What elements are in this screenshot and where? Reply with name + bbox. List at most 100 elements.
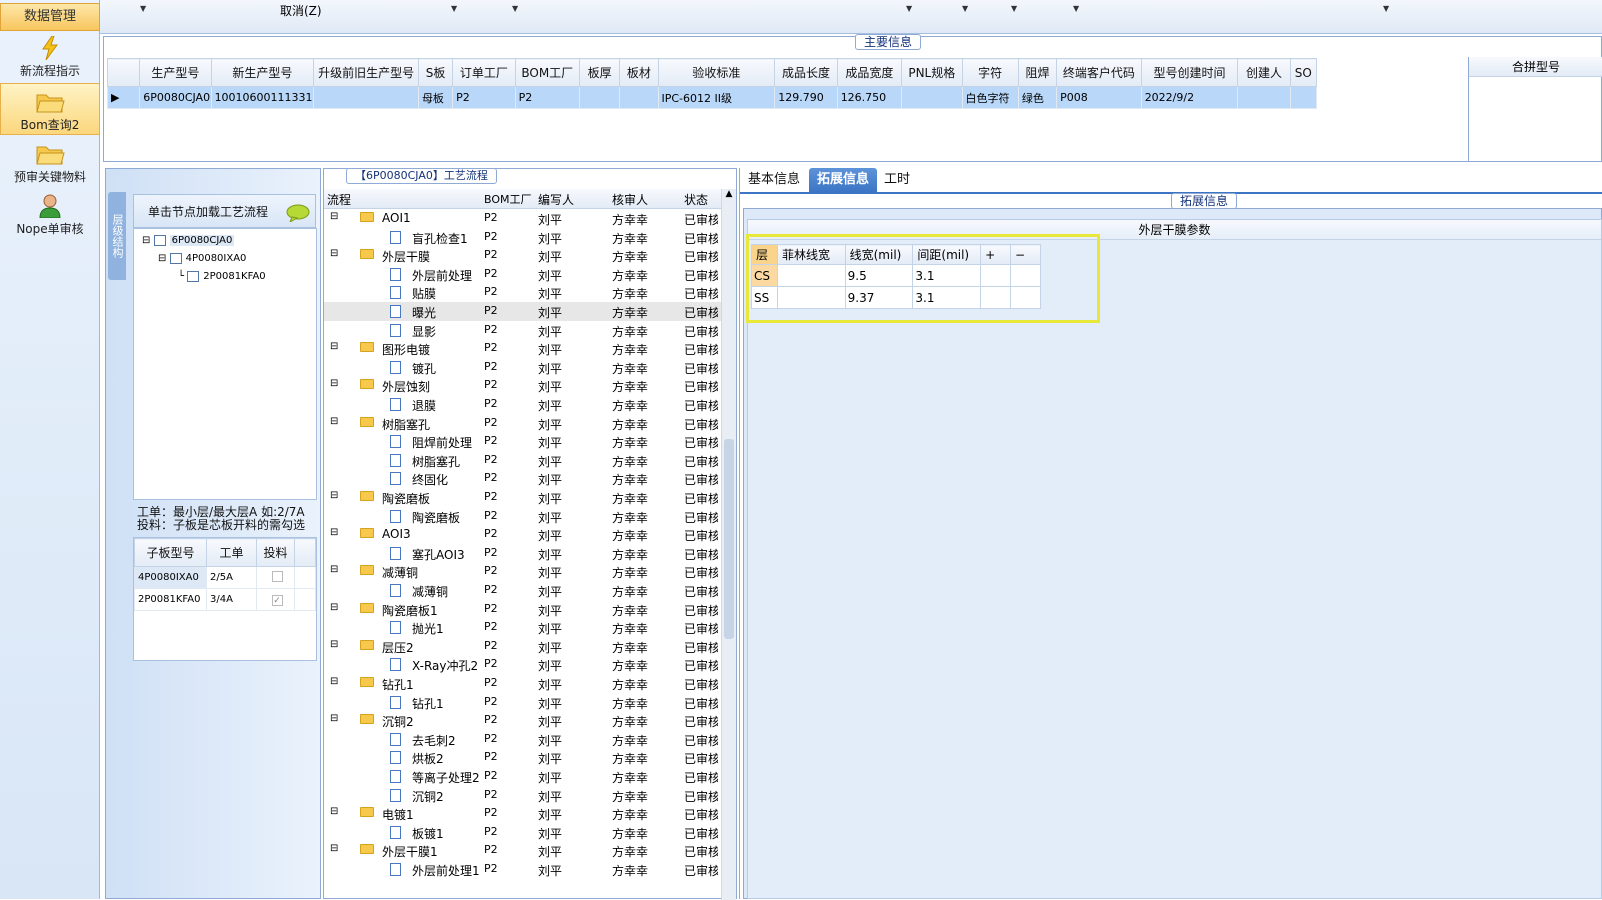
process-row[interactable]: ⊟ 外层干膜 P2 刘平 方幸幸 已审核 [324, 246, 721, 265]
process-row[interactable]: 终固化 P2 刘平 方幸幸 已审核 [324, 469, 721, 488]
chevron-down-icon[interactable]: ▼ [1073, 4, 1083, 14]
process-row[interactable]: ⊟ 层压2 P2 刘平 方幸幸 已审核 [324, 637, 721, 656]
column-header[interactable]: 阻焊 [1017, 58, 1058, 87]
process-row[interactable]: ⊟ 电镀1 P2 刘平 方幸幸 已审核 [324, 804, 721, 823]
table-cell[interactable] [578, 86, 621, 109]
chevron-down-icon[interactable]: ▼ [906, 4, 916, 14]
chevron-down-icon[interactable]: ▼ [1383, 4, 1393, 14]
process-row[interactable]: 去毛刺2 P2 刘平 方幸幸 已审核 [324, 730, 721, 749]
column-header[interactable]: 流程 [327, 191, 351, 208]
process-row[interactable]: 烘板2 P2 刘平 方幸幸 已审核 [324, 748, 721, 767]
table-cell[interactable]: 母板 [417, 86, 454, 109]
table-cell[interactable]: P008 [1056, 86, 1142, 109]
process-row[interactable]: ⊟ 陶瓷磨板 P2 刘平 方幸幸 已审核 [324, 488, 721, 507]
column-header[interactable]: 成品宽度 [836, 58, 903, 87]
chevron-down-icon[interactable]: ▼ [140, 4, 150, 14]
process-row[interactable]: 外层前处理 P2 刘平 方幸幸 已审核 [324, 265, 721, 284]
process-row[interactable]: 陶瓷磨板 P2 刘平 方幸幸 已审核 [324, 507, 721, 526]
chevron-down-icon[interactable]: ▼ [1011, 4, 1021, 14]
structure-vertical-tab[interactable]: 层级结构 [108, 192, 126, 280]
column-header[interactable]: SO [1289, 58, 1318, 87]
column-header[interactable]: BOM工厂 [484, 191, 532, 207]
process-row[interactable]: 外层前处理1 P2 刘平 方幸幸 已审核 [324, 860, 721, 879]
process-row[interactable]: 树脂塞孔 P2 刘平 方幸幸 已审核 [324, 451, 721, 470]
feed-checkbox[interactable] [256, 566, 295, 589]
column-header[interactable]: 字符 [961, 58, 1019, 87]
column-header[interactable]: 终端客户代码 [1056, 58, 1142, 87]
process-row[interactable]: 阻焊前处理 P2 刘平 方幸幸 已审核 [324, 432, 721, 451]
collapse-icon[interactable]: ⊟ [330, 248, 338, 259]
column-header[interactable]: 子板型号 [134, 538, 207, 567]
process-row[interactable]: 减薄铜 P2 刘平 方幸幸 已审核 [324, 581, 721, 600]
collapse-icon[interactable]: ⊟ [330, 676, 338, 687]
cancel-button[interactable]: 取消(Z) [280, 2, 322, 19]
column-header[interactable]: 创建人 [1237, 58, 1291, 87]
process-row[interactable]: 贴膜 P2 刘平 方幸幸 已审核 [324, 283, 721, 302]
column-header[interactable]: 板厚 [578, 58, 621, 87]
process-row[interactable]: ⊟ 沉铜2 P2 刘平 方幸幸 已审核 [324, 711, 721, 730]
collapse-icon[interactable]: ⊟ [330, 378, 338, 389]
process-row[interactable]: 钻孔1 P2 刘平 方幸幸 已审核 [324, 693, 721, 712]
nav-item-nope-review[interactable]: Nope单审核 [0, 188, 100, 240]
nav-item-new-process[interactable]: 新流程指示 [0, 30, 100, 82]
table-cell[interactable] [1237, 86, 1291, 109]
table-cell[interactable] [313, 86, 419, 109]
tree-node[interactable]: ⊟ 6P0080CJA0 [142, 232, 235, 250]
table-cell[interactable] [1289, 86, 1318, 109]
collapse-icon[interactable]: ⊟ [142, 235, 150, 246]
process-row[interactable]: 板镀1 P2 刘平 方幸幸 已审核 [324, 823, 721, 842]
process-row[interactable]: ⊟ AOI3 P2 刘平 方幸幸 已审核 [324, 525, 721, 544]
collapse-icon[interactable]: ⊟ [330, 211, 338, 222]
column-header[interactable]: 生产型号 [139, 58, 212, 87]
process-row[interactable]: 退膜 P2 刘平 方幸幸 已审核 [324, 395, 721, 414]
collapse-icon[interactable]: ⊟ [330, 527, 338, 538]
column-header[interactable]: 状态 [684, 191, 708, 208]
table-row[interactable]: 2P0081KFA0 3/4A ✓ [134, 588, 316, 611]
process-row[interactable]: ⊟ 外层蚀刻 P2 刘平 方幸幸 已审核 [324, 376, 721, 395]
table-cell[interactable]: 2/5A [206, 566, 257, 589]
column-header[interactable]: BOM工厂 [514, 58, 580, 87]
process-row[interactable]: X-Ray冲孔2 P2 刘平 方幸幸 已审核 [324, 655, 721, 674]
column-header[interactable]: 成品长度 [774, 58, 838, 87]
table-cell[interactable]: 2022/9/2 [1140, 86, 1239, 109]
tab-work-hours[interactable]: 工时 [876, 168, 918, 192]
tab-basic-info[interactable]: 基本信息 [740, 168, 808, 192]
tab-extended-info[interactable]: 拓展信息 [809, 168, 878, 192]
process-row[interactable]: ⊟ AOI1 P2 刘平 方幸幸 已审核 [324, 209, 721, 228]
column-header[interactable]: S板 [417, 58, 454, 87]
column-header[interactable]: 验收标准 [657, 58, 776, 87]
table-cell[interactable]: 10010600111331 [210, 86, 315, 109]
table-row[interactable]: ▶ 6P0080CJA0 10010600111331 母板 P2 P2 IPC… [106, 86, 1318, 109]
column-header[interactable]: 投料 [256, 538, 295, 567]
table-cell[interactable]: 129.790 [774, 86, 838, 109]
process-row[interactable]: 塞孔AOI3 P2 刘平 方幸幸 已审核 [324, 544, 721, 563]
column-header[interactable]: 编写人 [538, 191, 574, 208]
nav-item-bom-query2[interactable]: Bom查询2 [0, 83, 100, 135]
column-header[interactable]: 核审人 [612, 191, 648, 208]
chevron-down-icon[interactable]: ▼ [451, 4, 461, 14]
process-row[interactable]: ⊟ 图形电镀 P2 刘平 方幸幸 已审核 [324, 339, 721, 358]
table-cell[interactable]: 6P0080CJA0 [139, 86, 212, 109]
chevron-down-icon[interactable]: ▼ [512, 4, 522, 14]
table-cell[interactable]: IPC-6012 II级 [657, 86, 776, 109]
column-header[interactable]: 型号创建时间 [1140, 58, 1239, 87]
process-row[interactable]: ⊟ 陶瓷磨板1 P2 刘平 方幸幸 已审核 [324, 600, 721, 619]
collapse-icon[interactable]: ⊟ [330, 564, 338, 575]
scrollbar[interactable]: ▲ [721, 189, 736, 900]
table-cell[interactable] [619, 86, 659, 109]
collapse-icon[interactable]: ⊟ [158, 253, 166, 264]
table-row[interactable]: 4P0080IXA0 2/5A [134, 566, 316, 589]
scroll-up-icon[interactable]: ▲ [722, 189, 736, 199]
table-cell[interactable]: P2 [452, 86, 516, 109]
column-header[interactable]: 板材 [619, 58, 659, 87]
process-row[interactable]: 显影 P2 刘平 方幸幸 已审核 [324, 321, 721, 340]
collapse-icon[interactable]: ⊟ [330, 416, 338, 427]
feed-checkbox[interactable]: ✓ [256, 588, 295, 611]
table-cell[interactable]: 白色字符 [961, 86, 1019, 109]
chevron-down-icon[interactable]: ▼ [962, 4, 972, 14]
process-row[interactable]: ⊟ 减薄铜 P2 刘平 方幸幸 已审核 [324, 562, 721, 581]
nav-item-prereview-materials[interactable]: 预审关键物料 [0, 136, 100, 188]
nav-header[interactable]: 数据管理 [0, 3, 100, 31]
table-cell[interactable]: 126.750 [836, 86, 903, 109]
collapse-icon[interactable]: ⊟ [330, 843, 338, 854]
